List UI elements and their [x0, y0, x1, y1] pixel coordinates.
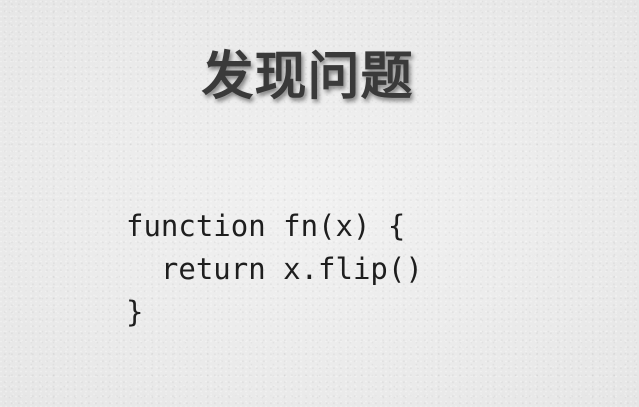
slide-title: 发现问题 — [201, 47, 414, 107]
code-snippet: function fn(x) { return x.flip()} — [126, 205, 423, 334]
code-line-function-signature: function fn(x) { — [126, 209, 406, 243]
code-line-return-statement: return x.flip() — [126, 252, 423, 286]
code-line-closing-brace: } — [126, 295, 144, 329]
